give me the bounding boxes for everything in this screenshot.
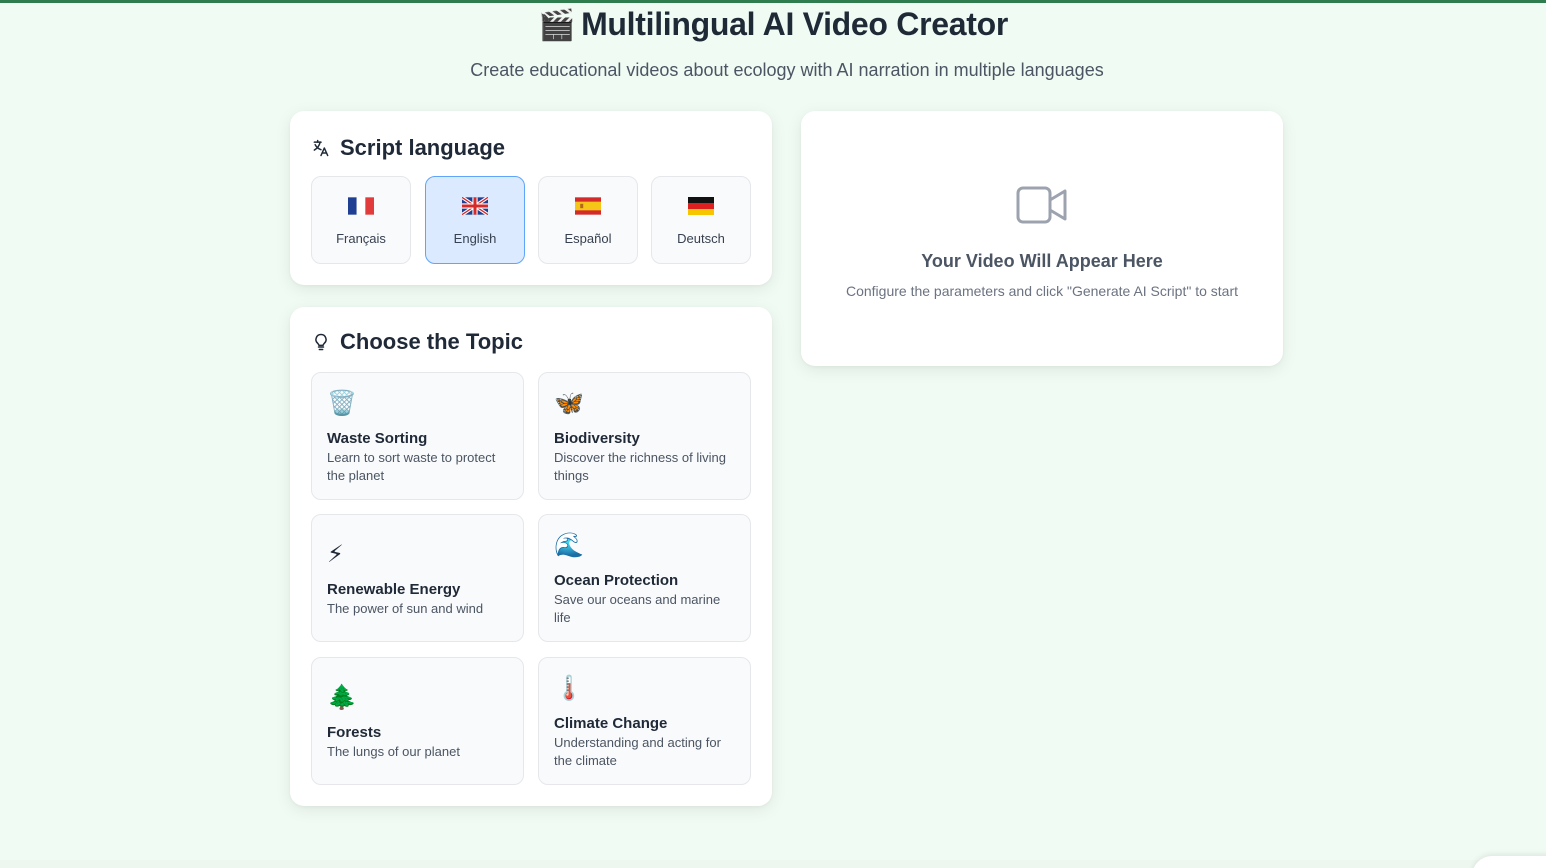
topic-name: Waste Sorting [327, 430, 428, 447]
page-title: 🎬 Multilingual AI Video Creator [0, 6, 1546, 43]
language-options: Français English Español Deutsch [311, 176, 751, 264]
wastebasket-icon: 🗑️ [327, 390, 357, 417]
language-label: Español [564, 231, 612, 246]
language-label: English [453, 231, 497, 246]
script-language-card: Script language Français English Español… [290, 111, 772, 285]
topic-forests[interactable]: 🌲 Forests The lungs of our planet [311, 657, 524, 785]
wave-icon: 🌊 [554, 532, 584, 559]
topic-description: Save our oceans and marine life [554, 592, 721, 625]
spain-flag-icon [575, 197, 601, 215]
choose-topic-card: Choose the Topic 🗑️ Waste Sorting Learn … [290, 307, 772, 806]
footer-divider [0, 860, 1546, 868]
clapperboard-icon: 🎬 [538, 9, 576, 42]
language-option-francais[interactable]: Français [311, 176, 411, 264]
topic-description: The lungs of our planet [327, 744, 460, 759]
germany-flag-icon [688, 197, 714, 215]
floating-widget[interactable] [1472, 856, 1546, 868]
topic-name: Renewable Energy [327, 581, 461, 598]
video-placeholder: Your Video Will Appear Here Configure th… [801, 183, 1283, 299]
top-accent-bar [0, 0, 1546, 3]
language-label: Deutsch [677, 231, 725, 246]
france-flag-icon [348, 197, 374, 215]
language-option-english[interactable]: English [425, 176, 525, 264]
topic-climate-change[interactable]: 🌡️ Climate Change Understanding and acti… [538, 657, 751, 785]
topic-description: Understanding and acting for the climate [554, 735, 721, 768]
evergreen-tree-icon: 🌲 [327, 684, 357, 711]
topic-biodiversity[interactable]: 🦋 Biodiversity Discover the richness of … [538, 372, 751, 500]
topic-name: Biodiversity [554, 430, 640, 447]
choose-topic-header: Choose the Topic [311, 329, 523, 355]
script-language-header: Script language [311, 135, 505, 161]
lightbulb-icon [315, 333, 327, 351]
choose-topic-title: Choose the Topic [340, 329, 523, 354]
topic-description: Learn to sort waste to protect the plane… [327, 450, 496, 483]
language-option-espanol[interactable]: Español [538, 176, 638, 264]
video-preview-card: Your Video Will Appear Here Configure th… [801, 111, 1283, 366]
topic-description: The power of sun and wind [327, 601, 484, 616]
language-label: Français [336, 231, 386, 246]
language-option-deutsch[interactable]: Deutsch [651, 176, 751, 264]
video-placeholder-title: Your Video Will Appear Here [921, 251, 1163, 271]
topic-description: Discover the richness of living things [554, 450, 726, 483]
video-placeholder-description: Configure the parameters and click "Gene… [845, 283, 1238, 299]
butterfly-icon: 🦋 [554, 390, 584, 417]
topic-waste-sorting[interactable]: 🗑️ Waste Sorting Learn to sort waste to … [311, 372, 524, 500]
script-language-title: Script language [340, 135, 506, 160]
topic-name: Forests [327, 724, 382, 741]
uk-flag-icon [462, 197, 488, 215]
topic-name: Ocean Protection [554, 572, 679, 589]
topic-name: Climate Change [554, 715, 668, 732]
video-camera-icon [1016, 186, 1067, 224]
page-subtitle: Create educational videos about ecology … [470, 60, 1104, 80]
topic-renewable-energy[interactable]: ⚡ Renewable Energy The power of sun and … [311, 514, 524, 642]
topic-ocean-protection[interactable]: 🌊 Ocean Protection Save our oceans and m… [538, 514, 751, 642]
thermometer-icon: 🌡️ [554, 675, 584, 702]
page-title-text: Multilingual AI Video Creator [581, 6, 1008, 42]
lightning-icon: ⚡ [327, 541, 344, 568]
translate-icon [313, 139, 329, 157]
